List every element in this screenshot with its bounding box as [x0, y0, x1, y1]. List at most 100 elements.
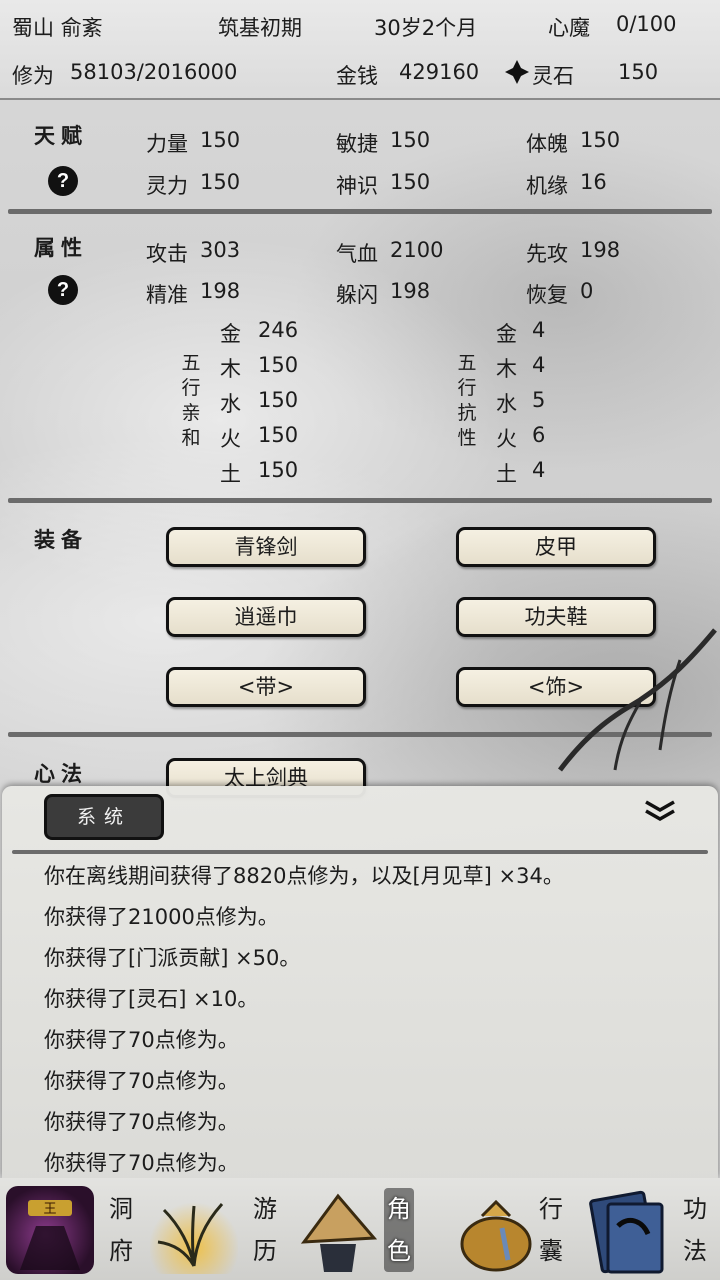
- stat-label: 躲闪: [336, 283, 378, 307]
- stat-value: 150: [390, 128, 431, 152]
- stat-value: 150: [580, 128, 621, 152]
- log-line: 你在离线期间获得了8820点修为，以及[月见草] ×34。: [44, 864, 564, 888]
- character-name: 蜀山 俞紊: [12, 16, 103, 40]
- talent-title: 天赋: [34, 123, 88, 148]
- stat-label: 精准: [146, 283, 188, 307]
- stat-value: 198: [580, 238, 621, 262]
- stat-value: 198: [200, 279, 241, 303]
- attributes-title: 属性: [34, 235, 88, 260]
- stat-label: 先攻: [526, 242, 568, 266]
- element-label: 土: [220, 462, 241, 486]
- nav-label: 游历: [253, 1195, 277, 1265]
- stat-value: 0: [580, 279, 594, 303]
- methods-title: 心法: [34, 761, 88, 786]
- cave-dwelling-icon: 王: [6, 1186, 94, 1274]
- svg-text:王: 王: [43, 1202, 56, 1217]
- stat-value: 198: [390, 279, 431, 303]
- spirit-stone-icon: [504, 59, 530, 85]
- element-label: 木: [496, 357, 517, 381]
- bag-icon: [452, 1186, 540, 1274]
- money-value: 429160: [399, 60, 480, 84]
- element-label: 金: [220, 322, 241, 346]
- section-divider: [8, 209, 712, 214]
- nav-label: 角色: [384, 1188, 414, 1272]
- tab-system[interactable]: 系统: [44, 794, 164, 840]
- element-label: 土: [496, 462, 517, 486]
- element-value: 4: [532, 318, 546, 342]
- nav-label: 洞府: [109, 1195, 133, 1265]
- log-line: 你获得了70点修为。: [44, 1151, 239, 1175]
- stat-label: 神识: [336, 174, 378, 198]
- status-header: 蜀山 俞紊 筑基初期 30岁2个月 心魔 0/100 修为 58103/2016…: [0, 0, 720, 100]
- stat-value: 150: [200, 128, 241, 152]
- log-divider: [12, 850, 708, 854]
- realm-label: 筑基初期: [218, 16, 302, 40]
- money-label: 金钱: [336, 64, 378, 88]
- stat-label: 力量: [146, 132, 188, 156]
- attributes-help-icon[interactable]: ?: [48, 275, 78, 305]
- log-line: 你获得了[门派贡献] ×50。: [44, 946, 301, 970]
- element-value: 4: [532, 458, 546, 482]
- element-label: 木: [220, 357, 241, 381]
- travel-grass-icon: [150, 1186, 238, 1274]
- log-line: 你获得了70点修为。: [44, 1028, 239, 1052]
- stat-value: 150: [390, 170, 431, 194]
- element-value: 150: [258, 388, 299, 412]
- equip-slot-belt[interactable]: <带>: [166, 667, 366, 707]
- stat-label: 攻击: [146, 242, 188, 266]
- stat-label: 体魄: [526, 132, 568, 156]
- element-label: 火: [496, 427, 517, 451]
- nav-item-manual[interactable]: 功法: [576, 1178, 720, 1280]
- stat-value: 150: [200, 170, 241, 194]
- stat-value: 16: [580, 170, 607, 194]
- nav-item-dwelling[interactable]: 王 洞府: [0, 1178, 144, 1280]
- bottom-nav: 王 洞府 游历 角色 行囊 功法: [0, 1178, 720, 1280]
- equipment-title: 装备: [34, 527, 88, 552]
- nav-label: 功法: [683, 1195, 707, 1265]
- demon-label: 心魔: [548, 16, 590, 40]
- affinity-label: 五行亲和: [181, 352, 201, 449]
- age-label: 30岁2个月: [374, 16, 478, 40]
- manual-book-icon: [582, 1186, 670, 1274]
- element-value: 150: [258, 423, 299, 447]
- spirit-stone-value: 150: [618, 60, 659, 84]
- element-label: 水: [496, 392, 517, 416]
- equip-slot-head[interactable]: 逍遥巾: [166, 597, 366, 637]
- stat-value: 303: [200, 238, 241, 262]
- double-chevron-down-icon[interactable]: [644, 800, 676, 823]
- element-value: 4: [532, 353, 546, 377]
- nav-item-travel[interactable]: 游历: [144, 1178, 288, 1280]
- cultivation-label: 修为: [12, 64, 54, 88]
- element-label: 金: [496, 322, 517, 346]
- stat-label: 恢复: [526, 283, 568, 307]
- stat-label: 敏捷: [336, 132, 378, 156]
- log-line: 你获得了[灵石] ×10。: [44, 987, 259, 1011]
- element-label: 火: [220, 427, 241, 451]
- equip-slot-weapon[interactable]: 青锋剑: [166, 527, 366, 567]
- stat-value: 2100: [390, 238, 444, 262]
- element-value: 150: [258, 458, 299, 482]
- demon-value: 0/100: [616, 12, 677, 36]
- nav-item-character[interactable]: 角色: [288, 1178, 432, 1280]
- log-line: 你获得了21000点修为。: [44, 905, 279, 929]
- character-hat-icon: [294, 1186, 382, 1274]
- log-line: 你获得了70点修为。: [44, 1110, 239, 1134]
- spirit-stone-label: 灵石: [532, 64, 574, 88]
- stat-label: 气血: [336, 242, 378, 266]
- equip-slot-armor[interactable]: 皮甲: [456, 527, 656, 567]
- element-value: 5: [532, 388, 546, 412]
- section-divider: [8, 498, 712, 503]
- resistance-label: 五行抗性: [457, 352, 477, 449]
- ink-branch-decoration: [558, 628, 717, 772]
- system-log-panel: 系统 你在离线期间获得了8820点修为，以及[月见草] ×34。 你获得了210…: [2, 786, 718, 1178]
- talent-help-icon[interactable]: ?: [48, 166, 78, 196]
- element-value: 150: [258, 353, 299, 377]
- nav-item-bag[interactable]: 行囊: [432, 1178, 576, 1280]
- log-line: 你获得了70点修为。: [44, 1069, 239, 1093]
- nav-label: 行囊: [539, 1195, 563, 1265]
- element-value: 6: [532, 423, 546, 447]
- stat-label: 灵力: [146, 174, 188, 198]
- element-label: 水: [220, 392, 241, 416]
- stat-label: 机缘: [526, 174, 568, 198]
- element-value: 246: [258, 318, 299, 342]
